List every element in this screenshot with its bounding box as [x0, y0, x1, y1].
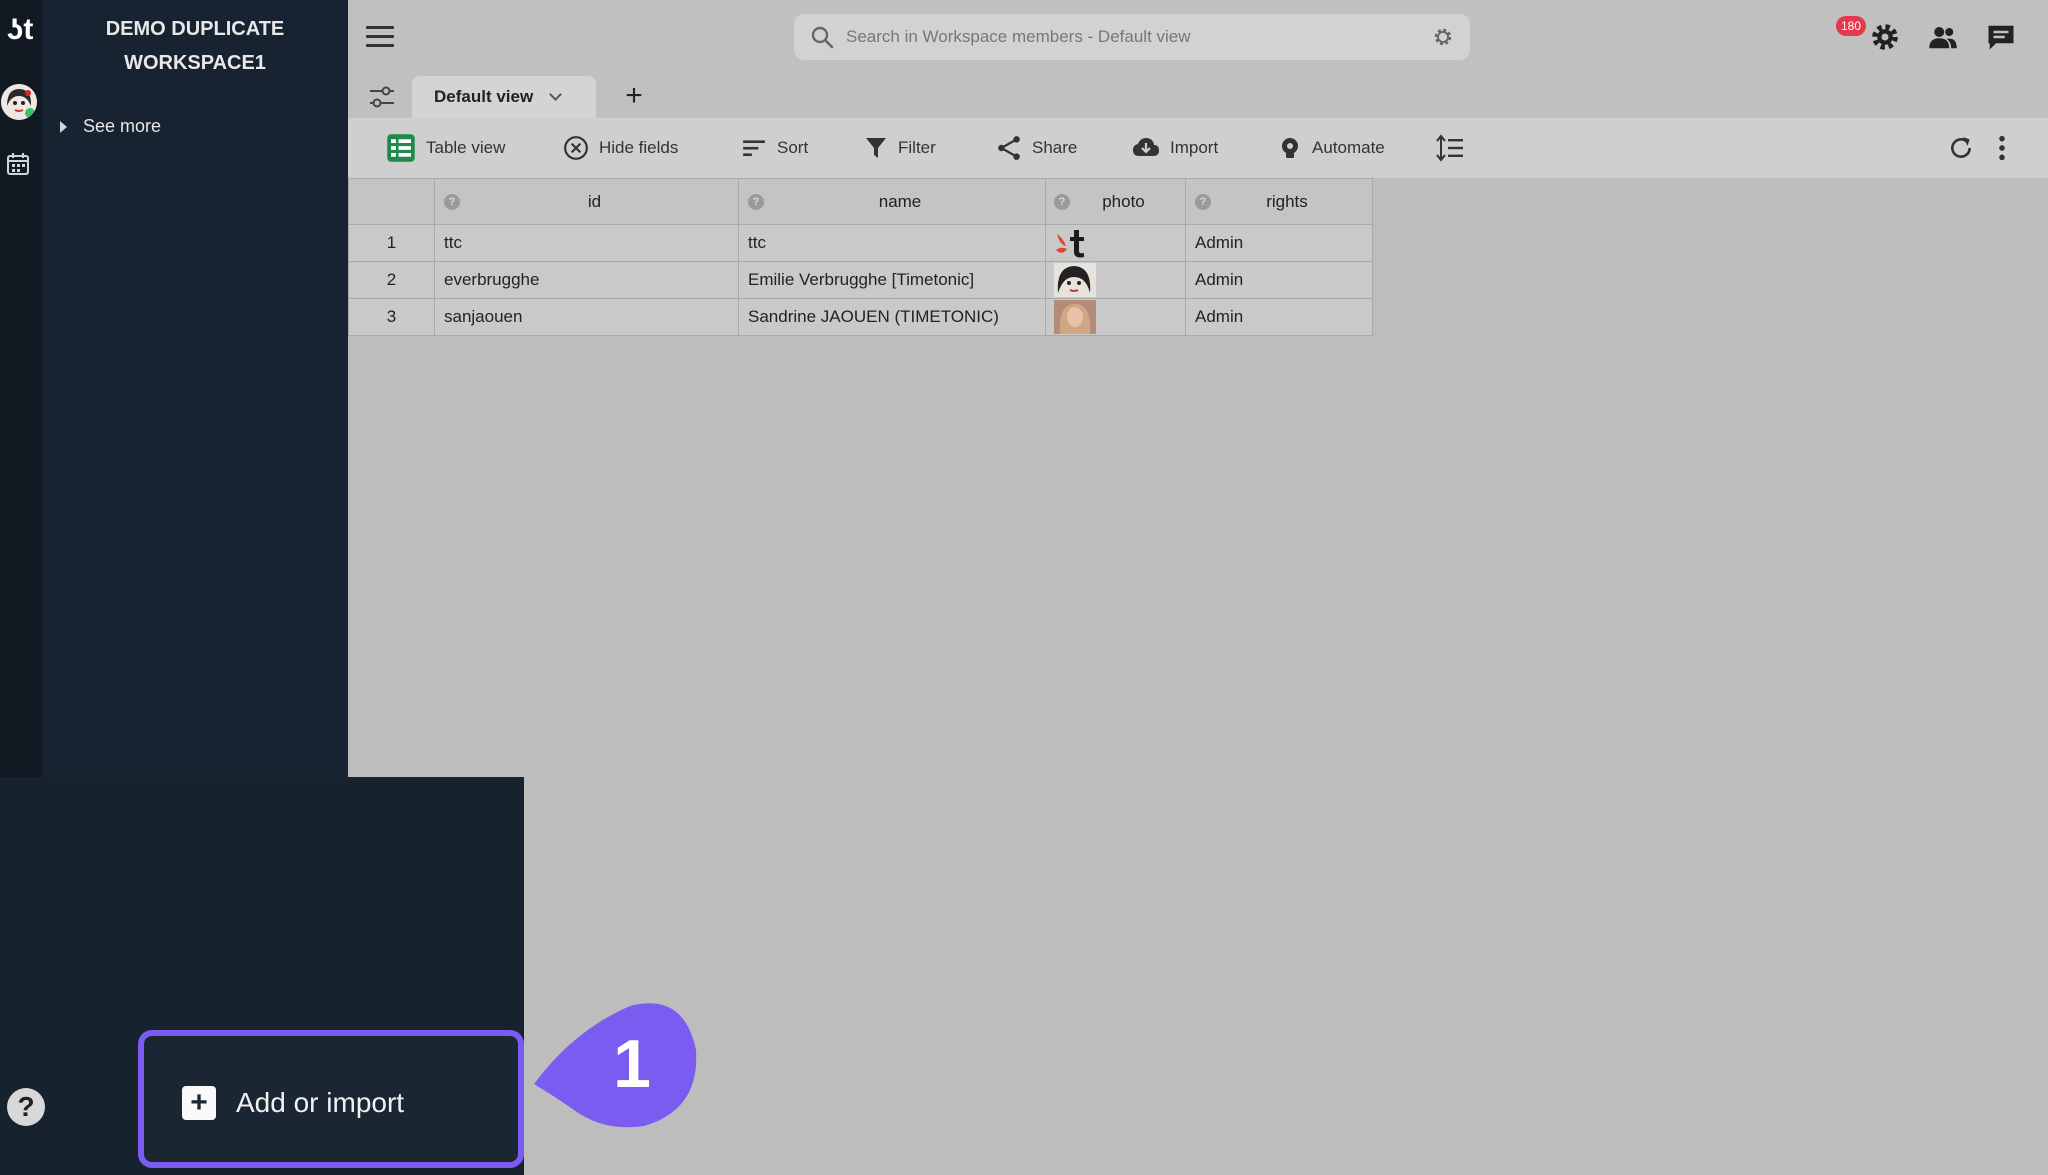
cell-id[interactable]: sanjaouen	[434, 298, 739, 336]
cell-id[interactable]: ttc	[434, 224, 739, 262]
hide-circle-x-icon	[564, 136, 588, 160]
chevron-down-icon[interactable]	[549, 88, 563, 101]
column-header-photo[interactable]: ? photo	[1045, 178, 1186, 225]
cloud-download-icon	[1133, 138, 1159, 156]
import-button[interactable]: Import	[1132, 134, 1218, 162]
chat-icon[interactable]	[1986, 22, 2016, 52]
cell-rights[interactable]: Admin	[1185, 224, 1373, 262]
row-number: 2	[348, 261, 435, 299]
table-row[interactable]: 2 everbrugghe Emilie Verbrugghe [Timeton…	[348, 261, 1373, 299]
toolbar: Table view Hide fields Sort Filter Share	[348, 118, 2048, 178]
cell-photo[interactable]	[1045, 298, 1186, 336]
table-header-row: ? id ? name ? photo ? rights	[348, 178, 1373, 225]
column-label: id	[587, 191, 602, 211]
cell-name[interactable]: Emilie Verbrugghe [Timetonic]	[738, 261, 1046, 299]
row-number: 1	[348, 224, 435, 262]
calendar-icon[interactable]	[6, 152, 30, 176]
column-label: name	[878, 191, 922, 211]
top-bar: Search in Workspace members - Default vi…	[348, 0, 2048, 76]
filter-button[interactable]: Filter	[864, 134, 936, 162]
cell-photo[interactable]	[1045, 261, 1186, 299]
cell-name[interactable]: ttc	[738, 224, 1046, 262]
help-circle-icon[interactable]: ?	[444, 193, 460, 210]
hide-fields-button[interactable]: Hide fields	[563, 134, 678, 162]
see-more-toggle[interactable]: See more	[60, 116, 161, 137]
search-icon	[811, 26, 834, 49]
help-circle-icon[interactable]: ?	[1195, 193, 1211, 210]
table-row[interactable]: 3 sanjaouen Sandrine JAOUEN (TIMETONIC) …	[348, 298, 1373, 336]
online-status-dot	[25, 108, 35, 118]
members-table: ? id ? name ? photo ? rights 1 ttc ttc A…	[348, 178, 1373, 336]
sort-icon	[743, 140, 765, 157]
user-avatar[interactable]	[1, 84, 37, 120]
table-view-label: Table view	[426, 138, 506, 157]
table-icon	[387, 134, 415, 162]
tab-default-view[interactable]: Default view	[412, 76, 596, 118]
filter-funnel-icon	[866, 138, 886, 158]
column-label: photo	[1102, 191, 1145, 211]
automate-button[interactable]: Automate	[1278, 134, 1385, 162]
search-settings-icon[interactable]	[1432, 26, 1454, 48]
filter-label: Filter	[898, 138, 936, 157]
add-or-import-highlight: + Add or import	[138, 1030, 524, 1168]
share-icon	[998, 136, 1020, 160]
notification-badge: 180	[1836, 16, 1867, 36]
cell-rights[interactable]: Admin	[1185, 261, 1373, 299]
view-tabs: Default view +	[348, 76, 2048, 118]
help-icon[interactable]: ?	[7, 1088, 45, 1126]
row-height-icon[interactable]	[1436, 134, 1464, 162]
plus-icon: +	[182, 1086, 216, 1120]
help-circle-icon[interactable]: ?	[748, 193, 764, 210]
members-icon[interactable]	[1928, 22, 1958, 52]
search-input[interactable]: Search in Workspace members - Default vi…	[794, 14, 1470, 60]
table-view-button[interactable]: Table view	[386, 134, 505, 162]
add-or-import-label: Add or import	[236, 1087, 405, 1118]
add-view-icon[interactable]: +	[618, 80, 650, 112]
more-options-icon[interactable]	[1996, 134, 2008, 162]
sort-button[interactable]: Sort	[741, 134, 808, 162]
help-circle-icon[interactable]: ?	[1054, 193, 1070, 210]
view-settings-sliders-icon[interactable]	[368, 84, 396, 110]
refresh-icon[interactable]	[1948, 134, 1974, 162]
cell-photo[interactable]	[1045, 224, 1186, 262]
add-or-import-button[interactable]: + Add or import	[182, 1086, 404, 1120]
workspace-sidebar: DEMO DUPLICATE WORKSPACE1 See more	[42, 0, 348, 777]
column-header-id[interactable]: ? id	[434, 178, 739, 225]
cartoon-avatar-photo	[1054, 263, 1096, 297]
hide-fields-label: Hide fields	[599, 138, 679, 157]
timetonic-logo-photo	[1056, 230, 1084, 258]
automate-label: Automate	[1312, 138, 1385, 157]
timetonic-logo-icon[interactable]: ʖt	[2, 12, 38, 48]
portrait-photo	[1054, 300, 1096, 334]
workspace-title-line2: WORKSPACE1	[124, 52, 266, 74]
table-row[interactable]: 1 ttc ttc Admin	[348, 224, 1373, 262]
step-marker-number: 1	[613, 1026, 651, 1102]
row-number: 3	[348, 298, 435, 336]
hamburger-menu-icon[interactable]	[366, 26, 394, 48]
automate-bulb-icon	[1282, 138, 1298, 158]
tab-label: Default view	[434, 87, 534, 106]
search-placeholder: Search in Workspace members - Default vi…	[846, 27, 1191, 46]
column-header-name[interactable]: ? name	[738, 178, 1046, 225]
share-button[interactable]: Share	[996, 134, 1077, 162]
sort-label: Sort	[777, 138, 809, 157]
cell-id[interactable]: everbrugghe	[434, 261, 739, 299]
see-more-label: See more	[83, 116, 162, 136]
column-header-rights[interactable]: ? rights	[1185, 178, 1373, 225]
cell-rights[interactable]: Admin	[1185, 298, 1373, 336]
column-label: rights	[1266, 191, 1308, 211]
import-label: Import	[1170, 138, 1219, 157]
row-number-header	[348, 178, 435, 225]
workspace-title: DEMO DUPLICATE WORKSPACE1	[42, 12, 348, 80]
settings-gear-icon[interactable]	[1870, 22, 1900, 52]
share-label: Share	[1032, 138, 1078, 157]
caret-right-icon	[60, 120, 67, 133]
cell-name[interactable]: Sandrine JAOUEN (TIMETONIC)	[738, 298, 1046, 336]
app-rail: ʖt	[0, 0, 42, 777]
workspace-title-line1: DEMO DUPLICATE	[105, 18, 285, 40]
